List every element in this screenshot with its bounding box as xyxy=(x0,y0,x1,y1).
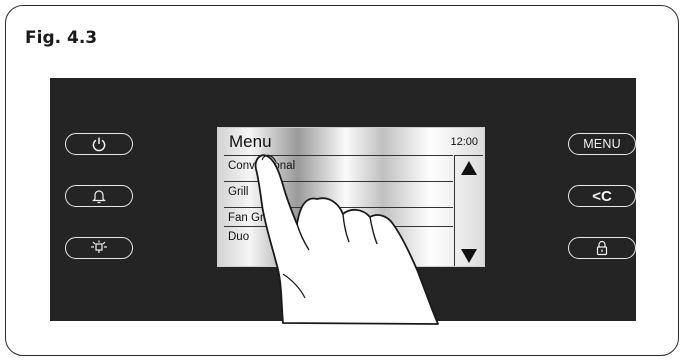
power-icon xyxy=(91,136,107,152)
triangle-up-icon[interactable] xyxy=(461,161,477,180)
control-panel: MENU <C Menu 12:00 Conventional Grill Fa… xyxy=(50,78,636,321)
bell-icon xyxy=(91,188,107,204)
back-cancel-button[interactable]: <C xyxy=(568,185,636,207)
back-arrow-icon: <C xyxy=(592,187,612,205)
lock-icon xyxy=(594,240,610,256)
display-screen: Menu 12:00 Conventional Grill Fan Grill … xyxy=(217,127,485,267)
timer-bell-button[interactable] xyxy=(65,185,133,207)
menu-title: Menu xyxy=(229,132,272,151)
lock-button[interactable] xyxy=(568,237,636,259)
oven-light-button[interactable] xyxy=(65,237,133,259)
menu-item-grill[interactable]: Grill xyxy=(224,181,453,202)
figure-label: Fig. 4.3 xyxy=(25,28,98,48)
oven-light-icon xyxy=(89,240,109,256)
clock-time: 12:00 xyxy=(450,136,478,148)
menu-item-fan-grill[interactable]: Fan Grill xyxy=(224,207,453,228)
menu-item-conventional[interactable]: Conventional xyxy=(224,155,453,176)
power-button[interactable] xyxy=(65,133,133,155)
triangle-down-icon[interactable] xyxy=(461,249,477,266)
menu-button-label: MENU xyxy=(583,137,621,151)
menu-button[interactable]: MENU xyxy=(568,133,636,155)
menu-item-duo[interactable]: Duo xyxy=(224,226,453,247)
